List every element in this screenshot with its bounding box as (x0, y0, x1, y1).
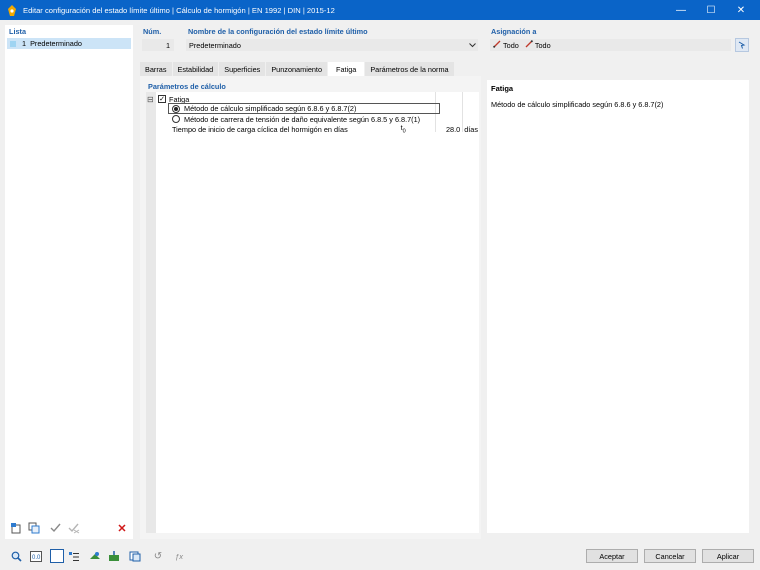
list-panel: Lista 1 Predeterminado ✕ (5, 25, 133, 539)
num-label: Núm. (143, 27, 162, 36)
member-icon (493, 40, 501, 50)
list-item-number: 1 (22, 39, 27, 48)
info-panel: Fatiga Método de cálculo simplificado se… (487, 80, 749, 533)
units-icon[interactable]: 0.0 (29, 549, 43, 563)
table-icon[interactable] (128, 549, 142, 563)
svg-text:0.0: 0.0 (32, 555, 41, 561)
minimize-button[interactable]: — (666, 0, 696, 20)
list-item-color (10, 40, 16, 47)
assignment-label: Asignación a (491, 27, 537, 36)
tab-superficies[interactable]: Superficies (219, 62, 267, 76)
assignment-field[interactable]: Todo Todo (490, 39, 731, 51)
params-label: Parámetros de cálculo (148, 82, 226, 91)
time-symbol: t0 (400, 123, 406, 135)
info-text: Método de cálculo simplificado según 6.8… (491, 100, 664, 109)
app-icon (6, 4, 18, 16)
num-field[interactable]: 1 (142, 39, 174, 51)
assignment-item-1: Todo (503, 40, 519, 50)
close-button[interactable]: ✕ (726, 0, 756, 20)
delete-icon[interactable]: ✕ (115, 521, 129, 535)
tab-parametros-norma[interactable]: Parámetros de la norma (365, 62, 455, 76)
search-icon[interactable] (9, 549, 23, 563)
title-bar: Editar configuración del estado límite ú… (0, 0, 760, 20)
load-icon[interactable] (107, 549, 121, 563)
fatigue-checkbox[interactable]: ✓ (158, 95, 166, 103)
history-icon[interactable]: ↺ (151, 549, 165, 563)
params-panel: Parámetros de cálculo ⊟ ✓ Fatiga Método … (140, 76, 481, 539)
option-damage-radio[interactable] (172, 115, 180, 123)
chevron-down-icon[interactable] (466, 42, 478, 48)
apply-button[interactable]: Aplicar (702, 549, 754, 563)
time-row: Tiempo de inicio de carga cíclica del ho… (172, 123, 478, 135)
maximize-button[interactable]: ☐ (696, 0, 726, 20)
option-damage-label: Método de carrera de tensión de daño equ… (184, 114, 421, 124)
time-unit: días (464, 124, 478, 134)
option-simplified-row[interactable]: Método de cálculo simplificado según 6.8… (168, 103, 440, 114)
select-assignment-icon[interactable] (735, 38, 749, 52)
tab-punzonamiento[interactable]: Punzonamiento (266, 62, 329, 76)
cancel-button[interactable]: Cancelar (644, 549, 696, 563)
config-name-field[interactable]: Predeterminado (186, 39, 478, 51)
option-simplified-label: Método de cálculo simplificado según 6.8… (184, 104, 357, 113)
surface-icon (525, 40, 533, 50)
uncheck-all-icon[interactable] (67, 521, 81, 535)
model-view-icon[interactable] (88, 549, 102, 563)
option-simplified-radio[interactable] (172, 104, 180, 113)
info-title: Fatiga (491, 84, 514, 93)
accept-button[interactable]: Aceptar (586, 549, 638, 563)
new-config-icon[interactable] (9, 521, 23, 535)
formula-icon[interactable]: ƒx (172, 549, 186, 563)
config-name-value: Predeterminado (189, 40, 241, 50)
params-grid (146, 92, 479, 533)
option-damage-row[interactable]: Método de carrera de tensión de daño equ… (172, 114, 420, 124)
copy-config-icon[interactable] (27, 521, 41, 535)
window-title: Editar configuración del estado límite ú… (23, 5, 335, 15)
assignment-item-2: Todo (534, 40, 551, 50)
check-all-icon[interactable] (49, 521, 63, 535)
tab-fatiga[interactable]: Fatiga (328, 62, 366, 76)
config-name-label: Nombre de la configuración del estado lí… (188, 27, 368, 36)
display-icon[interactable] (50, 549, 64, 563)
list-item[interactable]: 1 Predeterminado (7, 38, 131, 49)
collapse-icon[interactable]: ⊟ (147, 95, 156, 104)
list-label: Lista (9, 27, 27, 36)
tab-barras[interactable]: Barras (140, 62, 173, 76)
tab-estabilidad[interactable]: Estabilidad (172, 62, 220, 76)
time-label: Tiempo de inicio de carga cíclica del ho… (172, 124, 348, 134)
list-item-name: Predeterminado (30, 39, 82, 48)
tab-bar: Barras Estabilidad Superficies Punzonami… (140, 62, 455, 76)
params-grid-body (156, 92, 479, 533)
members-list-icon[interactable] (67, 549, 81, 563)
time-value[interactable]: 28.0 (440, 125, 460, 134)
